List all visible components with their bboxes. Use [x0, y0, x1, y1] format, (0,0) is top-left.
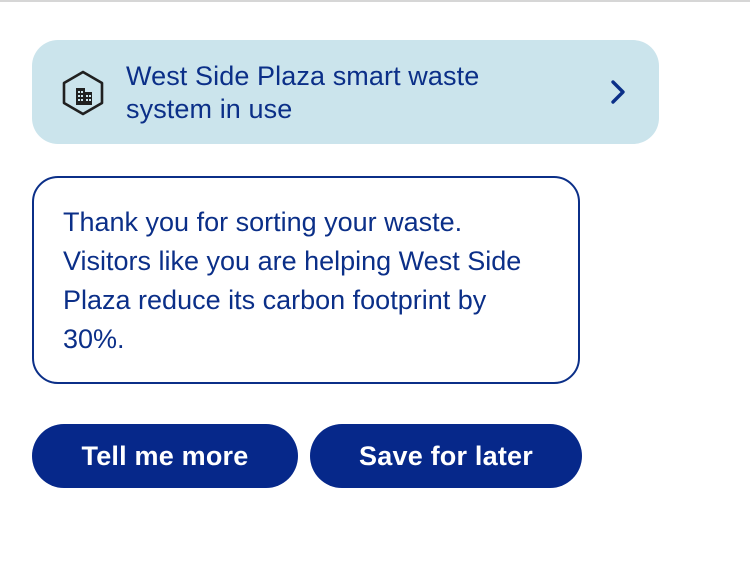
- building-hexagon-icon: [62, 70, 104, 116]
- save-for-later-button[interactable]: Save for later: [310, 424, 582, 488]
- thank-you-message-text: Thank you for sorting your waste. Visito…: [63, 207, 522, 354]
- smart-waste-system-card[interactable]: West Side Plaza smart waste system in us…: [32, 40, 659, 144]
- smart-waste-system-title: West Side Plaza smart waste system in us…: [126, 61, 480, 124]
- tell-me-more-button[interactable]: Tell me more: [32, 424, 298, 488]
- thank-you-message-bubble: Thank you for sorting your waste. Visito…: [32, 176, 580, 384]
- top-divider: [0, 0, 750, 2]
- chevron-right-icon[interactable]: [607, 78, 629, 106]
